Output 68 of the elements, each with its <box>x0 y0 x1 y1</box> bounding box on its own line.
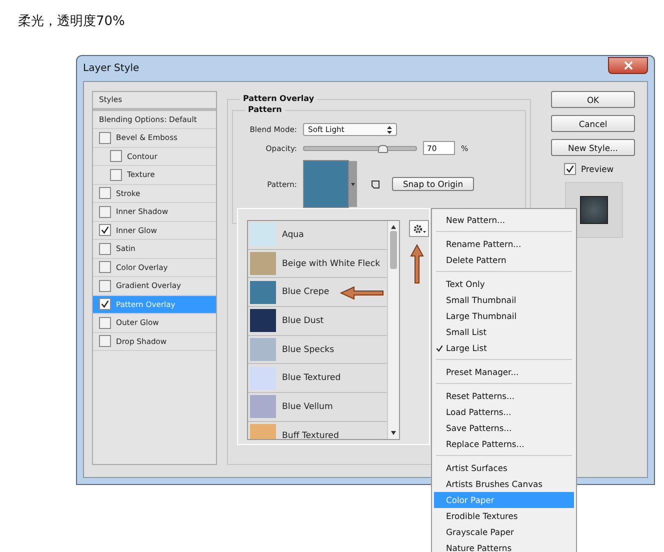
menu-item[interactable]: Reset Patterns... <box>434 388 574 404</box>
pattern-item[interactable]: Blue Specks <box>248 336 388 364</box>
checkmark-icon <box>101 226 109 234</box>
scroll-thumb[interactable] <box>390 231 398 269</box>
settings-button[interactable] <box>409 220 429 237</box>
checkmark-icon <box>101 300 109 308</box>
menu-item[interactable]: Artist Surfaces <box>434 460 574 476</box>
updown-icon <box>387 126 392 134</box>
checkbox[interactable] <box>99 224 111 236</box>
menu-item[interactable]: Delete Pattern <box>434 252 574 268</box>
pattern-item[interactable]: Buff Textured <box>248 422 388 439</box>
section-title: Pattern Overlay <box>240 94 318 103</box>
dialog-button[interactable]: Cancel <box>551 115 635 132</box>
scroll-down-icon[interactable] <box>391 431 396 435</box>
checkbox[interactable] <box>99 132 111 144</box>
slider-thumb[interactable] <box>378 144 388 152</box>
checkbox[interactable] <box>99 242 111 255</box>
checkbox[interactable] <box>99 206 111 218</box>
checkbox[interactable] <box>99 261 111 274</box>
menu-item[interactable]: Rename Pattern... <box>434 236 574 252</box>
checkbox[interactable] <box>99 187 111 200</box>
close-icon <box>624 61 632 70</box>
menu-item[interactable]: Erodible Textures <box>434 508 574 524</box>
menu-item[interactable]: Replace Patterns... <box>434 436 574 452</box>
menu-item[interactable]: Small Thumbnail <box>434 292 574 308</box>
up-arrow <box>410 244 424 284</box>
preview-label: Preview <box>581 164 614 174</box>
checkbox[interactable] <box>99 335 111 348</box>
close-button[interactable] <box>608 57 648 74</box>
menu-item[interactable]: New Pattern... <box>434 212 574 228</box>
menu-item[interactable]: Small List <box>434 324 574 340</box>
menu-item[interactable]: Nature Patterns <box>434 540 574 552</box>
dropdown-arrow-icon <box>351 182 355 186</box>
checkbox[interactable] <box>99 298 111 310</box>
checkbox[interactable] <box>110 168 122 181</box>
menu-item[interactable]: Artists Brushes Canvas <box>434 476 574 492</box>
group-title: Pattern <box>245 105 285 114</box>
dialog-button[interactable]: New Style... <box>551 139 635 156</box>
checkbox[interactable] <box>99 280 111 292</box>
checkbox[interactable] <box>110 150 122 162</box>
caption-text: 柔光，透明度70% <box>17 13 126 31</box>
pattern-item[interactable]: Blue Vellum <box>248 393 388 422</box>
menu-item[interactable]: Load Patterns... <box>434 404 574 420</box>
menu-item[interactable]: Text Only <box>434 276 574 292</box>
scroll-up-icon[interactable] <box>391 225 396 229</box>
pattern-item[interactable]: Aqua <box>248 221 388 250</box>
checkbox[interactable] <box>99 316 111 329</box>
gear-icon <box>412 224 426 234</box>
pattern-swatch[interactable] <box>303 160 349 208</box>
dialog-button[interactable]: OK <box>551 91 635 108</box>
new-preset-icon[interactable] <box>371 180 380 188</box>
menu-item[interactable]: Large Thumbnail <box>434 308 574 324</box>
menu-item[interactable]: Large List <box>434 340 574 356</box>
left-arrow <box>340 286 384 300</box>
pattern-item[interactable]: Beige with White Fleck <box>248 250 388 278</box>
menu-item[interactable]: Save Patterns... <box>434 420 574 436</box>
opacity-slider[interactable] <box>303 146 417 150</box>
checkmark-icon <box>566 165 574 173</box>
pattern-item[interactable]: Blue Dust <box>248 307 388 336</box>
pattern-item[interactable]: Blue Textured <box>248 364 388 394</box>
preview-checkbox[interactable] <box>564 163 576 175</box>
preview-swatch <box>580 196 608 224</box>
menu-item[interactable]: Preset Manager... <box>434 364 574 380</box>
checkmark-icon <box>436 345 443 352</box>
menu-item[interactable]: Grayscale Paper <box>434 524 574 540</box>
scrollbar[interactable] <box>387 221 400 439</box>
snap-to-origin-button[interactable]: Snap to Origin <box>392 177 474 191</box>
window-title: Layer Style <box>83 63 140 74</box>
